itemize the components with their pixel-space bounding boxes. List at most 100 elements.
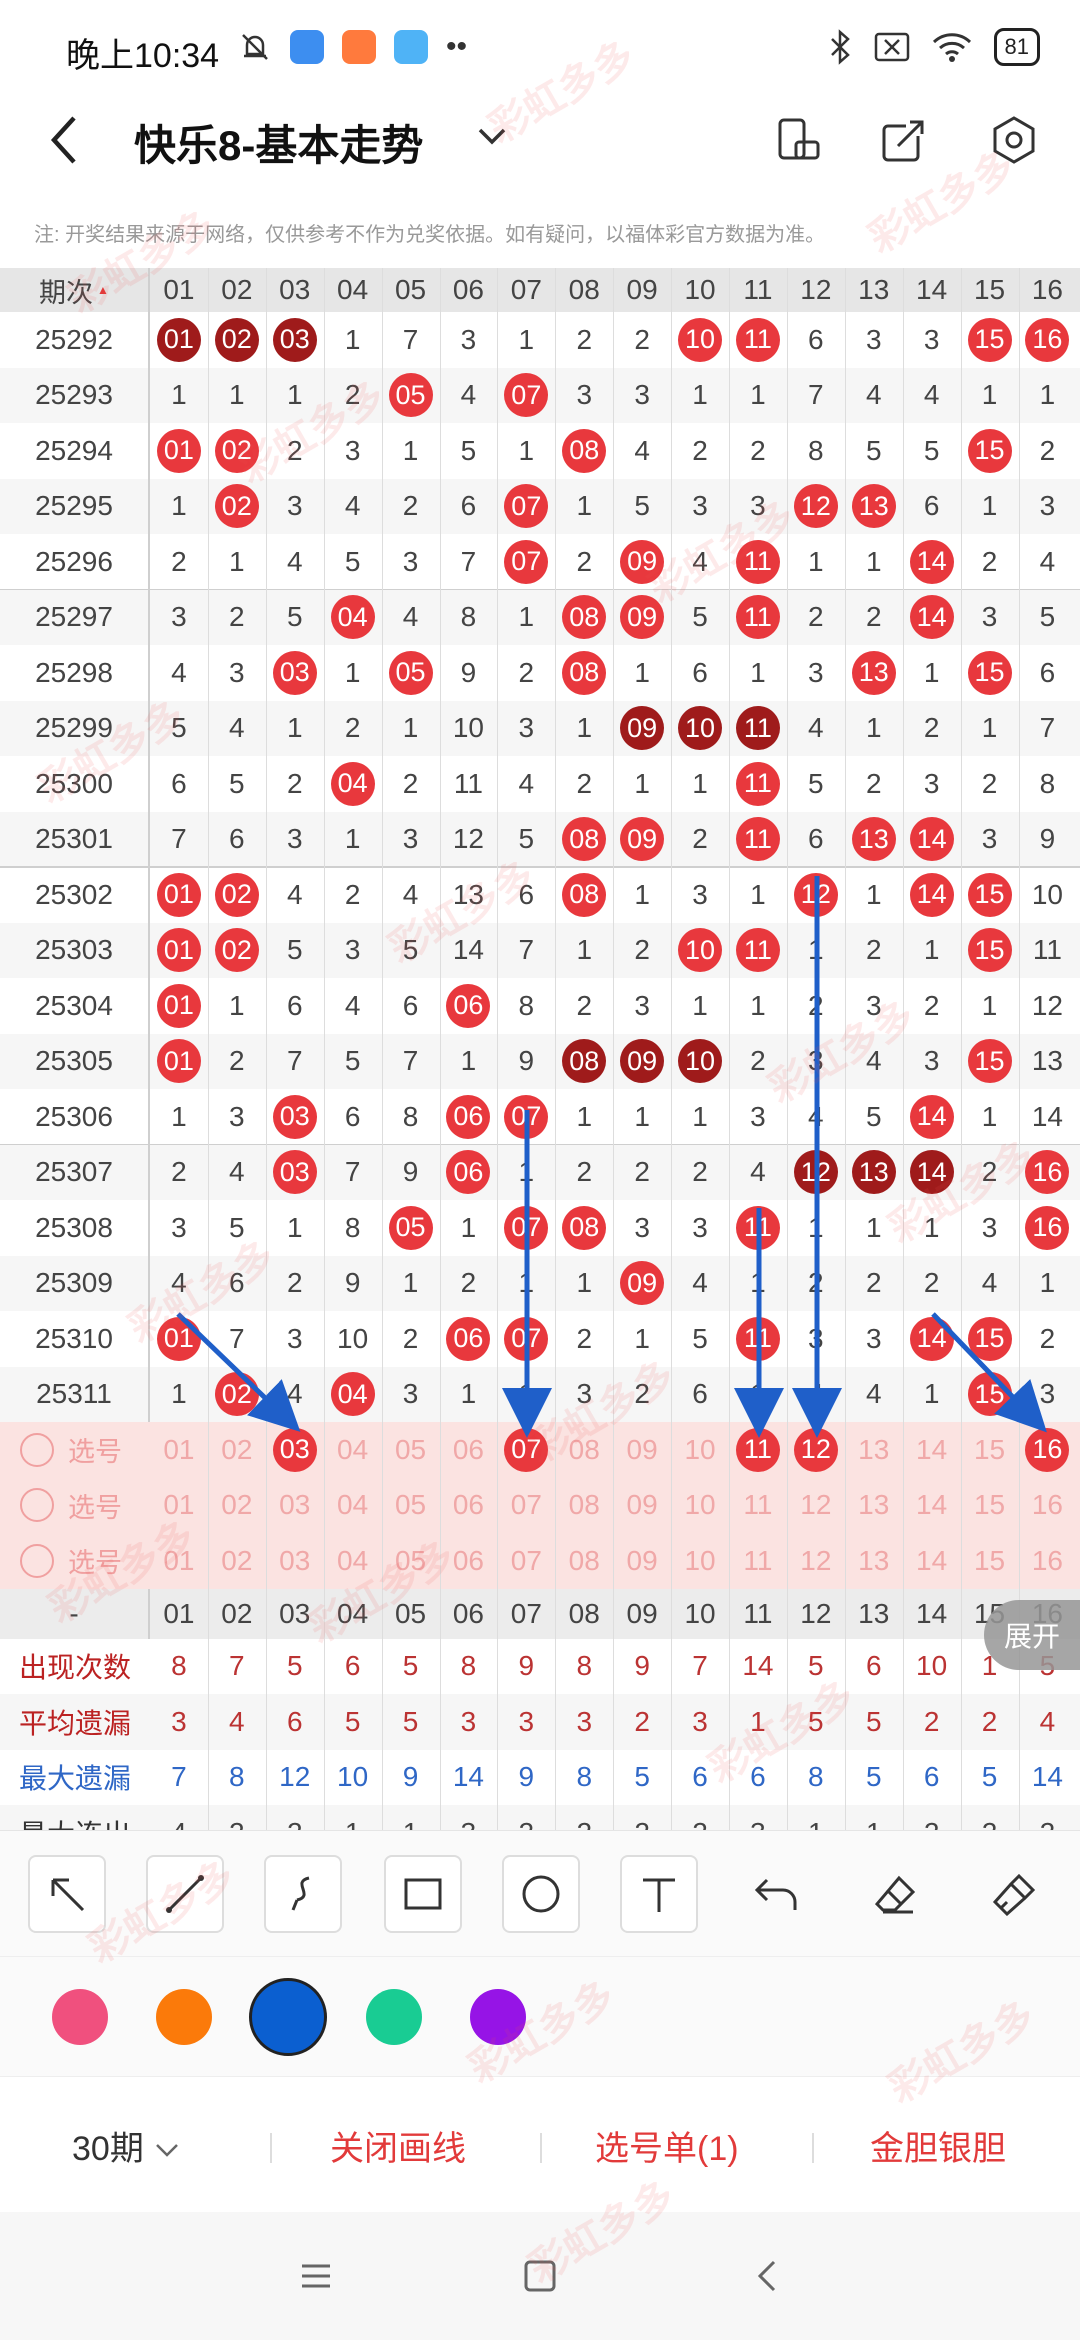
- miss-count-cell[interactable]: 1: [961, 479, 1019, 535]
- miss-count-cell[interactable]: 4: [382, 590, 440, 646]
- selected-number-ball[interactable]: 03: [272, 1427, 317, 1472]
- miss-count-cell[interactable]: 3: [613, 978, 671, 1034]
- miss-count-cell[interactable]: 1: [497, 423, 555, 479]
- miss-count-cell[interactable]: 6: [787, 812, 845, 868]
- miss-count-cell[interactable]: 1: [961, 978, 1019, 1034]
- miss-count-cell[interactable]: 2: [266, 756, 324, 812]
- miss-count-cell[interactable]: 3: [671, 479, 729, 535]
- draw-cell[interactable]: 09: [613, 534, 671, 590]
- drawn-number-ball[interactable]: 09: [620, 539, 665, 584]
- drawn-number-ball[interactable]: 10: [678, 317, 723, 362]
- miss-count-cell[interactable]: 1: [150, 368, 208, 424]
- draw-cell[interactable]: 02: [208, 312, 266, 368]
- select-number-cell[interactable]: 07: [497, 1533, 555, 1589]
- select-number-cell[interactable]: 03: [266, 1422, 324, 1478]
- miss-count-cell[interactable]: 3: [729, 479, 787, 535]
- miss-count-cell[interactable]: 3: [208, 645, 266, 701]
- miss-count-cell[interactable]: 1: [266, 701, 324, 757]
- miss-count-cell[interactable]: 8: [1019, 756, 1077, 812]
- miss-count-cell[interactable]: 1: [903, 1367, 961, 1423]
- draw-cell[interactable]: 04: [324, 590, 382, 646]
- miss-count-cell[interactable]: 4: [266, 1367, 324, 1423]
- draw-cell[interactable]: 14: [903, 590, 961, 646]
- miss-count-cell[interactable]: 1: [266, 1200, 324, 1256]
- miss-count-cell[interactable]: 2: [324, 867, 382, 923]
- miss-count-cell[interactable]: 2: [613, 923, 671, 979]
- drawn-number-ball[interactable]: 02: [214, 317, 259, 362]
- selected-number-ball[interactable]: 07: [504, 1427, 549, 1472]
- miss-count-cell[interactable]: 3: [903, 1034, 961, 1090]
- miss-count-cell[interactable]: 4: [440, 368, 498, 424]
- select-number-cell[interactable]: 09: [613, 1478, 671, 1534]
- select-number-cell[interactable]: 10: [671, 1478, 729, 1534]
- miss-count-cell[interactable]: 5: [266, 923, 324, 979]
- miss-count-cell[interactable]: 1: [671, 1089, 729, 1145]
- drawn-number-ball[interactable]: 02: [214, 428, 259, 473]
- miss-count-cell[interactable]: 1: [555, 1089, 613, 1145]
- miss-count-cell[interactable]: 1: [787, 534, 845, 590]
- select-number-cell[interactable]: 02: [208, 1422, 266, 1478]
- miss-count-cell[interactable]: 1: [613, 645, 671, 701]
- miss-count-cell[interactable]: 2: [324, 368, 382, 424]
- drawn-number-ball[interactable]: 02: [214, 928, 259, 973]
- miss-count-cell[interactable]: 5: [787, 756, 845, 812]
- miss-count-cell[interactable]: 3: [1019, 1367, 1077, 1423]
- miss-count-cell[interactable]: 5: [613, 479, 671, 535]
- miss-count-cell[interactable]: 3: [266, 1311, 324, 1367]
- miss-count-cell[interactable]: 5: [324, 1034, 382, 1090]
- miss-count-cell[interactable]: 14: [440, 923, 498, 979]
- miss-count-cell[interactable]: 2: [555, 756, 613, 812]
- select-number-cell[interactable]: 14: [903, 1533, 961, 1589]
- drawn-number-ball[interactable]: 09: [620, 706, 665, 751]
- miss-count-cell[interactable]: 2: [903, 701, 961, 757]
- miss-count-cell[interactable]: 2: [845, 756, 903, 812]
- draw-cell[interactable]: 15: [961, 923, 1019, 979]
- selected-number-ball[interactable]: 12: [793, 1427, 838, 1472]
- draw-cell[interactable]: 14: [903, 1089, 961, 1145]
- miss-count-cell[interactable]: 8: [787, 423, 845, 479]
- miss-count-cell[interactable]: 3: [671, 867, 729, 923]
- miss-count-cell[interactable]: 2: [729, 423, 787, 479]
- drawn-number-ball[interactable]: 01: [156, 872, 201, 917]
- drawn-number-ball[interactable]: 01: [156, 428, 201, 473]
- select-number-cell[interactable]: 07: [497, 1478, 555, 1534]
- miss-count-cell[interactable]: 1: [497, 590, 555, 646]
- draw-cell[interactable]: 08: [555, 590, 613, 646]
- miss-count-cell[interactable]: 3: [903, 756, 961, 812]
- draw-cell[interactable]: 14: [903, 1311, 961, 1367]
- miss-count-cell[interactable]: 10: [440, 701, 498, 757]
- miss-count-cell[interactable]: 5: [208, 1200, 266, 1256]
- miss-count-cell[interactable]: 3: [555, 368, 613, 424]
- draw-cell[interactable]: 01: [150, 1034, 208, 1090]
- miss-count-cell[interactable]: 9: [382, 1145, 440, 1201]
- miss-count-cell[interactable]: 1: [729, 368, 787, 424]
- miss-count-cell[interactable]: 4: [613, 423, 671, 479]
- miss-count-cell[interactable]: 1: [382, 701, 440, 757]
- miss-count-cell[interactable]: 1: [729, 645, 787, 701]
- draw-cell[interactable]: 10: [671, 1034, 729, 1090]
- drawn-number-ball[interactable]: 09: [620, 817, 665, 862]
- miss-count-cell[interactable]: 4: [671, 534, 729, 590]
- miss-count-cell[interactable]: 2: [150, 534, 208, 590]
- miss-count-cell[interactable]: 2: [324, 701, 382, 757]
- miss-count-cell[interactable]: 3: [1019, 479, 1077, 535]
- miss-count-cell[interactable]: 6: [208, 1256, 266, 1312]
- miss-count-cell[interactable]: 3: [382, 534, 440, 590]
- miss-count-cell[interactable]: 3: [961, 1200, 1019, 1256]
- miss-count-cell[interactable]: 9: [497, 1034, 555, 1090]
- drawn-number-ball[interactable]: 14: [909, 595, 954, 640]
- miss-count-cell[interactable]: 6: [266, 978, 324, 1034]
- drawn-number-ball[interactable]: 06: [446, 1094, 491, 1139]
- gold-silver-button[interactable]: 金胆银胆: [870, 2121, 1006, 2170]
- draw-cell[interactable]: 09: [613, 1034, 671, 1090]
- drawn-number-ball[interactable]: 15: [967, 428, 1012, 473]
- miss-count-cell[interactable]: 13: [440, 867, 498, 923]
- miss-count-cell[interactable]: 3: [787, 645, 845, 701]
- miss-count-cell[interactable]: 8: [440, 590, 498, 646]
- draw-cell[interactable]: 12: [787, 479, 845, 535]
- drawn-number-ball[interactable]: 03: [272, 1094, 317, 1139]
- drawn-number-ball[interactable]: 01: [156, 317, 201, 362]
- select-number-cell[interactable]: 01: [150, 1478, 208, 1534]
- miss-count-cell[interactable]: 1: [266, 368, 324, 424]
- select-number-cell[interactable]: 13: [845, 1533, 903, 1589]
